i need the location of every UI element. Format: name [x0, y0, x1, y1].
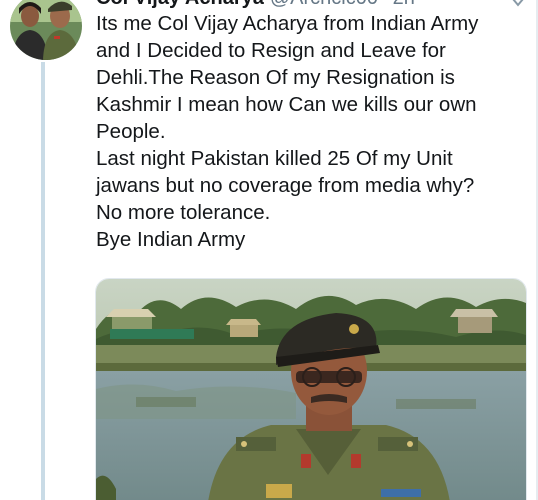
- tweet-text: Its me Col Vijay Acharya from Indian Arm…: [96, 10, 528, 253]
- tweet-text-line: Kashmir I mean how Can we kills our own: [96, 93, 477, 116]
- tweet-text-line: Last night Pakistan killed 25 Of my Unit: [96, 147, 453, 170]
- tweet-card[interactable]: Col Vijay Acharya @Archcic00 · 2h Its me Co…: [0, 0, 538, 500]
- author-handle[interactable]: @Archcic00: [270, 0, 378, 9]
- author-name[interactable]: Col Vijay Acharya: [96, 0, 264, 9]
- photo-icon: [96, 279, 526, 500]
- tweet-timestamp[interactable]: 2h: [393, 0, 415, 9]
- tweet-text-line: No more tolerance.: [96, 201, 271, 224]
- separator-dot: ·: [382, 0, 389, 9]
- tweet-text-line: People.: [96, 120, 166, 143]
- chevron-down-icon[interactable]: [512, 0, 524, 7]
- tweet-text-line: and I Decided to Resign and Leave for: [96, 39, 446, 62]
- tweet-text-line: Its me Col Vijay Acharya from Indian Arm…: [96, 12, 479, 35]
- tweet-text-line: jawans but no coverage from media why?: [96, 174, 475, 197]
- tweet-photo[interactable]: [95, 278, 527, 500]
- thread-line: [41, 62, 45, 500]
- tweet-header: Col Vijay Acharya @Archcic00 · 2h: [96, 0, 415, 10]
- tweet-text-line: Bye Indian Army: [96, 228, 246, 251]
- tweet-text-line: Dehli.The Reason Of my Resignation is: [96, 66, 455, 89]
- avatar[interactable]: [10, 0, 82, 60]
